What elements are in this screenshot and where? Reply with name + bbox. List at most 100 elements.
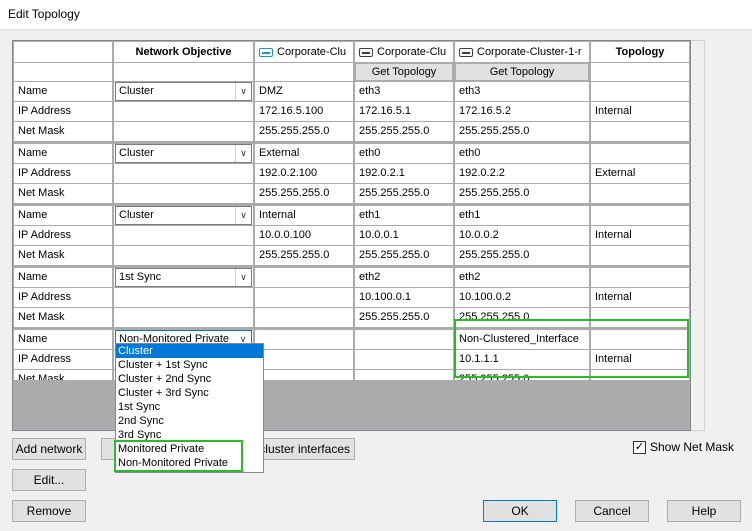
- member-1-value-cell[interactable]: 10.0.0.1: [355, 226, 453, 245]
- member-2-value-cell[interactable]: 255.255.255.0: [455, 246, 589, 265]
- row-label-net-mask[interactable]: Net Mask: [14, 122, 112, 141]
- member-2-value-cell[interactable]: eth2: [455, 268, 589, 287]
- row-label-name[interactable]: Name: [14, 330, 112, 349]
- row-label-net-mask[interactable]: Net Mask: [14, 246, 112, 265]
- get-topology-button-member-2[interactable]: Get Topology: [455, 63, 589, 81]
- member-1-value-cell[interactable]: [355, 350, 453, 369]
- network-objective-cell[interactable]: Cluster ∨: [114, 206, 253, 225]
- show-net-mask-checkbox[interactable]: ✓: [633, 441, 646, 454]
- header-network-objective[interactable]: Network Objective: [114, 42, 253, 62]
- dropdown-option[interactable]: Cluster + 2nd Sync: [116, 372, 263, 386]
- cluster-value-cell[interactable]: 192.0.2.100: [255, 164, 353, 183]
- header-cluster-object[interactable]: Corporate-Clu: [255, 42, 353, 62]
- chevron-down-icon[interactable]: ∨: [235, 207, 251, 224]
- dropdown-option[interactable]: 1st Sync: [116, 400, 263, 414]
- network-objective-combo[interactable]: Cluster ∨: [115, 144, 252, 163]
- member-1-value-cell[interactable]: eth2: [355, 268, 453, 287]
- get-topology-button-member-1[interactable]: Get Topology: [355, 63, 453, 81]
- member-2-value-cell[interactable]: 172.16.5.2: [455, 102, 589, 121]
- row-label-net-mask[interactable]: Net Mask: [14, 308, 112, 327]
- cluster-value-cell[interactable]: [255, 308, 353, 327]
- network-objective-cell[interactable]: Cluster ∨: [114, 82, 253, 101]
- dropdown-option[interactable]: Non-Monitored Private: [116, 456, 263, 470]
- cluster-value-cell[interactable]: [255, 288, 353, 307]
- row-label-ip-address[interactable]: IP Address: [14, 226, 112, 245]
- dropdown-option[interactable]: 2nd Sync: [116, 414, 263, 428]
- member-2-value-cell[interactable]: 255.255.255.0: [455, 184, 589, 203]
- network-objective-combo[interactable]: Cluster ∨: [115, 82, 252, 101]
- cluster-value-cell[interactable]: 255.255.255.0: [255, 246, 353, 265]
- member-1-value-cell[interactable]: eth3: [355, 82, 453, 101]
- help-button[interactable]: Help: [667, 500, 741, 522]
- cluster-value-cell[interactable]: 255.255.255.0: [255, 184, 353, 203]
- row-label-name[interactable]: Name: [14, 82, 112, 101]
- member-2-value-cell[interactable]: 255.255.255.0: [455, 122, 589, 141]
- row-label-name[interactable]: Name: [14, 206, 112, 225]
- member-1-value-cell[interactable]: 255.255.255.0: [355, 184, 453, 203]
- member-2-value-cell[interactable]: 10.100.0.2: [455, 288, 589, 307]
- member-2-value-cell[interactable]: eth3: [455, 82, 589, 101]
- chevron-down-icon[interactable]: ∨: [235, 145, 251, 162]
- chevron-down-icon[interactable]: ∨: [235, 269, 251, 286]
- chevron-down-icon[interactable]: ∨: [235, 83, 251, 100]
- cluster-icon: [259, 48, 273, 57]
- topology-cell[interactable]: Internal: [591, 350, 689, 369]
- row-label-ip-address[interactable]: IP Address: [14, 102, 112, 121]
- topology-cell[interactable]: Internal: [591, 288, 689, 307]
- topology-cell[interactable]: External: [591, 164, 689, 183]
- cluster-value-cell[interactable]: [255, 330, 353, 349]
- member-1-value-cell[interactable]: 255.255.255.0: [355, 122, 453, 141]
- ok-button[interactable]: OK: [483, 500, 557, 522]
- header-member-1[interactable]: Corporate-Clu: [355, 42, 453, 62]
- cluster-value-cell[interactable]: Internal: [255, 206, 353, 225]
- add-network-button[interactable]: Add network: [12, 438, 86, 460]
- network-objective-cell[interactable]: Cluster ∨: [114, 144, 253, 163]
- cluster-value-cell[interactable]: External: [255, 144, 353, 163]
- cluster-value-cell[interactable]: [255, 350, 353, 369]
- header-topology[interactable]: Topology: [591, 42, 689, 62]
- cluster-value-cell[interactable]: 172.16.5.100: [255, 102, 353, 121]
- row-label-name[interactable]: Name: [14, 144, 112, 163]
- topology-cell[interactable]: Internal: [591, 102, 689, 121]
- member-1-value-cell[interactable]: 192.0.2.1: [355, 164, 453, 183]
- row-label-ip-address[interactable]: IP Address: [14, 288, 112, 307]
- cluster-value-cell[interactable]: 10.0.0.100: [255, 226, 353, 245]
- member-1-value-cell[interactable]: 172.16.5.1: [355, 102, 453, 121]
- vertical-scrollbar[interactable]: [691, 40, 705, 431]
- member-2-value-cell[interactable]: 10.1.1.1: [455, 350, 589, 369]
- row-label-name[interactable]: Name: [14, 268, 112, 287]
- member-2-value-cell[interactable]: 10.0.0.2: [455, 226, 589, 245]
- header-member-2[interactable]: Corporate-Cluster-1-r: [455, 42, 589, 62]
- member-1-value-cell[interactable]: 255.255.255.0: [355, 246, 453, 265]
- dropdown-option[interactable]: Cluster + 1st Sync: [116, 358, 263, 372]
- member-1-value-cell[interactable]: eth0: [355, 144, 453, 163]
- cluster-value-cell[interactable]: 255.255.255.0: [255, 122, 353, 141]
- member-2-value-cell[interactable]: eth0: [455, 144, 589, 163]
- member-1-value-cell[interactable]: eth1: [355, 206, 453, 225]
- dropdown-option[interactable]: Cluster + 3rd Sync: [116, 386, 263, 400]
- row-label-ip-address[interactable]: IP Address: [14, 350, 112, 369]
- cluster-value-cell[interactable]: DMZ: [255, 82, 353, 101]
- network-objective-combo[interactable]: 1st Sync ∨: [115, 268, 252, 287]
- cancel-button[interactable]: Cancel: [575, 500, 649, 522]
- dropdown-option[interactable]: 3rd Sync: [116, 428, 263, 442]
- member-1-value-cell[interactable]: 10.100.0.1: [355, 288, 453, 307]
- network-objective-combo[interactable]: Cluster ∨: [115, 206, 252, 225]
- member-2-value-cell[interactable]: 255.255.255.0: [455, 308, 589, 327]
- dropdown-option[interactable]: Monitored Private: [116, 442, 263, 456]
- row-label-ip-address[interactable]: IP Address: [14, 164, 112, 183]
- member-1-value-cell[interactable]: [355, 330, 453, 349]
- network-objective-dropdown-list[interactable]: Cluster Cluster + 1st Sync Cluster + 2nd S…: [115, 343, 264, 473]
- cluster-value-cell[interactable]: [255, 268, 353, 287]
- member-2-value-cell[interactable]: 192.0.2.2: [455, 164, 589, 183]
- edit-button[interactable]: Edit...: [12, 469, 86, 491]
- member-2-value-cell[interactable]: eth1: [455, 206, 589, 225]
- member-2-value-cell[interactable]: Non-Clustered_Interface: [455, 330, 589, 349]
- topology-grid[interactable]: Network Objective Corporate-Clu Corporat…: [12, 40, 691, 431]
- row-label-net-mask[interactable]: Net Mask: [14, 184, 112, 203]
- network-objective-cell[interactable]: 1st Sync ∨: [114, 268, 253, 287]
- topology-cell[interactable]: Internal: [591, 226, 689, 245]
- dropdown-option[interactable]: Cluster: [116, 344, 263, 358]
- member-1-value-cell[interactable]: 255.255.255.0: [355, 308, 453, 327]
- remove-button[interactable]: Remove: [12, 500, 86, 522]
